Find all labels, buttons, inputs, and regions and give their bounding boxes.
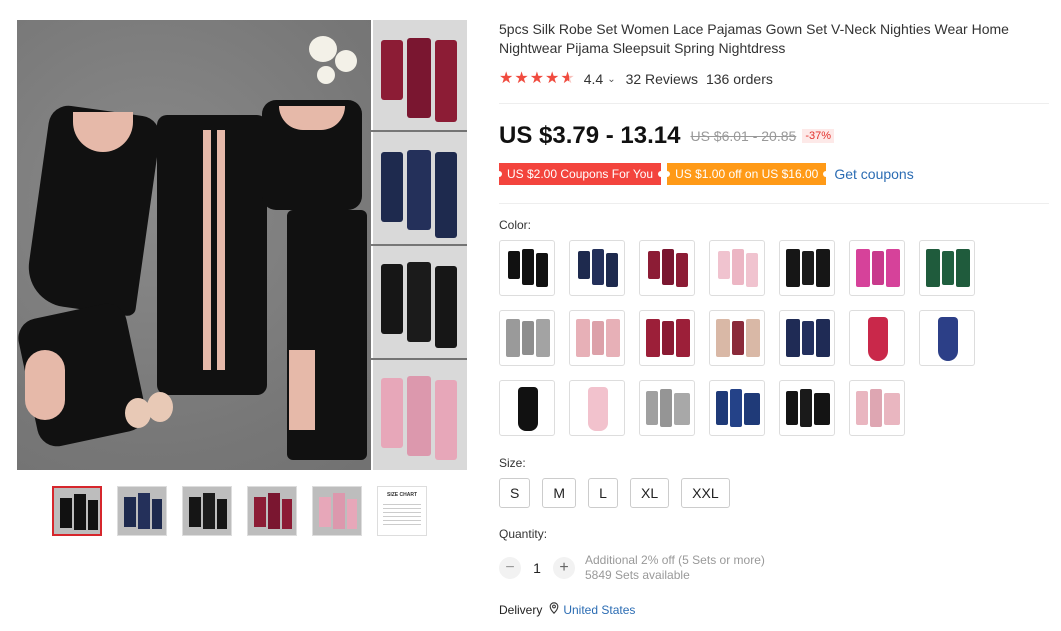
quantity-stepper: − 1 + Additional 2% off (5 Sets or more)… [499, 553, 765, 583]
color-swatch-navy-6pcs[interactable] [709, 380, 765, 436]
color-swatch-pink-dress[interactable] [569, 380, 625, 436]
color-swatch-black-robe-set[interactable] [779, 240, 835, 296]
thumbnail-1[interactable] [52, 486, 102, 536]
size-chart-title: SIZE CHART [387, 492, 417, 498]
size-chart-table [383, 501, 421, 525]
quantity-label: Quantity: [499, 527, 548, 541]
thumbnail-2[interactable] [117, 486, 167, 536]
star-half-icon: ★ [560, 70, 575, 87]
color-label: Color: [499, 218, 532, 232]
lace-trim [217, 130, 225, 370]
star-icon: ★ [545, 70, 560, 87]
size-option-l[interactable]: L [588, 478, 619, 508]
discount-badge: -37% [802, 129, 834, 143]
color-swatch-light-pink-set[interactable] [709, 240, 765, 296]
quantity-info: Additional 2% off (5 Sets or more) 5849 … [585, 553, 765, 583]
thumbnail-3[interactable] [182, 486, 232, 536]
lace-trim [25, 350, 65, 420]
current-price: US $3.79 - 13.14 [499, 122, 681, 149]
divider [499, 103, 1049, 104]
color-swatch-pink-set[interactable] [569, 310, 625, 366]
product-title: 5pcs Silk Robe Set Women Lace Pajamas Go… [499, 21, 1009, 56]
original-price: US $6.01 - 20.85 [690, 128, 797, 144]
star-icon: ★ [514, 70, 529, 87]
lace-trim [289, 350, 315, 430]
bra-cups [147, 392, 173, 422]
color-swatch-rose-set[interactable] [849, 240, 905, 296]
delivery-row: Delivery United States [499, 602, 635, 617]
divider [499, 203, 1049, 204]
color-swatch-wine-robe-set[interactable] [639, 310, 695, 366]
side-preview-wine [371, 20, 467, 130]
size-options: S M L XL XXL [499, 478, 742, 508]
plus-icon[interactable]: + [553, 557, 575, 579]
color-swatch-black-6pcs[interactable] [779, 380, 835, 436]
get-coupons-link[interactable]: Get coupons [834, 166, 913, 182]
color-swatch-blue-dress[interactable] [919, 310, 975, 366]
rating-stars: ★ ★ ★ ★ ★ [499, 71, 576, 87]
flower-decoration [309, 36, 337, 62]
delivery-label: Delivery [499, 602, 543, 617]
color-swatch-grey-set[interactable] [499, 310, 555, 366]
color-swatch-navy-robe-set[interactable] [779, 310, 835, 366]
side-preview-pink [371, 360, 467, 470]
lace-trim [203, 130, 211, 370]
discount-coupon[interactable]: US $1.00 off on US $16.00 [664, 163, 830, 185]
size-label: Size: [499, 456, 526, 470]
stock-available: 5849 Sets available [585, 568, 690, 582]
rating-row: ★ ★ ★ ★ ★ 4.4 ⌄ 32 Reviews 136 orders [499, 70, 773, 88]
color-swatch-black-dress[interactable] [499, 380, 555, 436]
thumbnail-5[interactable] [312, 486, 362, 536]
side-preview-black [371, 246, 467, 358]
robe [157, 115, 267, 395]
store-coupon[interactable]: US $2.00 Coupons For You [495, 163, 665, 185]
thumbnail-size-chart[interactable]: SIZE CHART [377, 486, 427, 536]
color-swatch-wine-set[interactable] [639, 240, 695, 296]
main-product-image[interactable] [17, 20, 467, 470]
orders-count: 136 orders [705, 71, 773, 87]
flower-decoration [335, 50, 357, 72]
flower-decoration [317, 66, 335, 84]
star-icon: ★ [499, 70, 514, 87]
price-row: US $3.79 - 13.14 US $6.01 - 20.85 -37% [499, 122, 834, 150]
size-option-xxl[interactable]: XXL [681, 478, 730, 508]
color-swatch-pink-6pcs[interactable] [849, 380, 905, 436]
color-swatch-green-set[interactable] [919, 240, 975, 296]
reviews-link[interactable]: 32 Reviews [626, 71, 698, 87]
color-swatch-black-set[interactable] [499, 240, 555, 296]
color-swatch-navy-set[interactable] [569, 240, 625, 296]
size-option-s[interactable]: S [499, 478, 531, 508]
bulk-discount-text: Additional 2% off (5 Sets or more) [585, 553, 765, 567]
side-preview-navy [371, 132, 467, 244]
quantity-value[interactable]: 1 [521, 560, 553, 576]
delivery-country-link[interactable]: United States [563, 603, 635, 617]
size-option-xl[interactable]: XL [630, 478, 670, 508]
size-option-m[interactable]: M [542, 478, 577, 508]
minus-icon[interactable]: − [499, 557, 521, 579]
coupon-row: US $2.00 Coupons For You US $1.00 off on… [495, 163, 914, 185]
star-icon: ★ [529, 70, 545, 87]
color-swatch-grey-6pcs[interactable] [639, 380, 695, 436]
location-pin-icon [549, 602, 559, 617]
chevron-down-icon[interactable]: ⌄ [607, 74, 615, 85]
color-swatch-champagne-set[interactable] [709, 310, 765, 366]
rating-value[interactable]: 4.4 [584, 71, 603, 87]
color-swatch-red-dress[interactable] [849, 310, 905, 366]
thumbnail-4[interactable] [247, 486, 297, 536]
